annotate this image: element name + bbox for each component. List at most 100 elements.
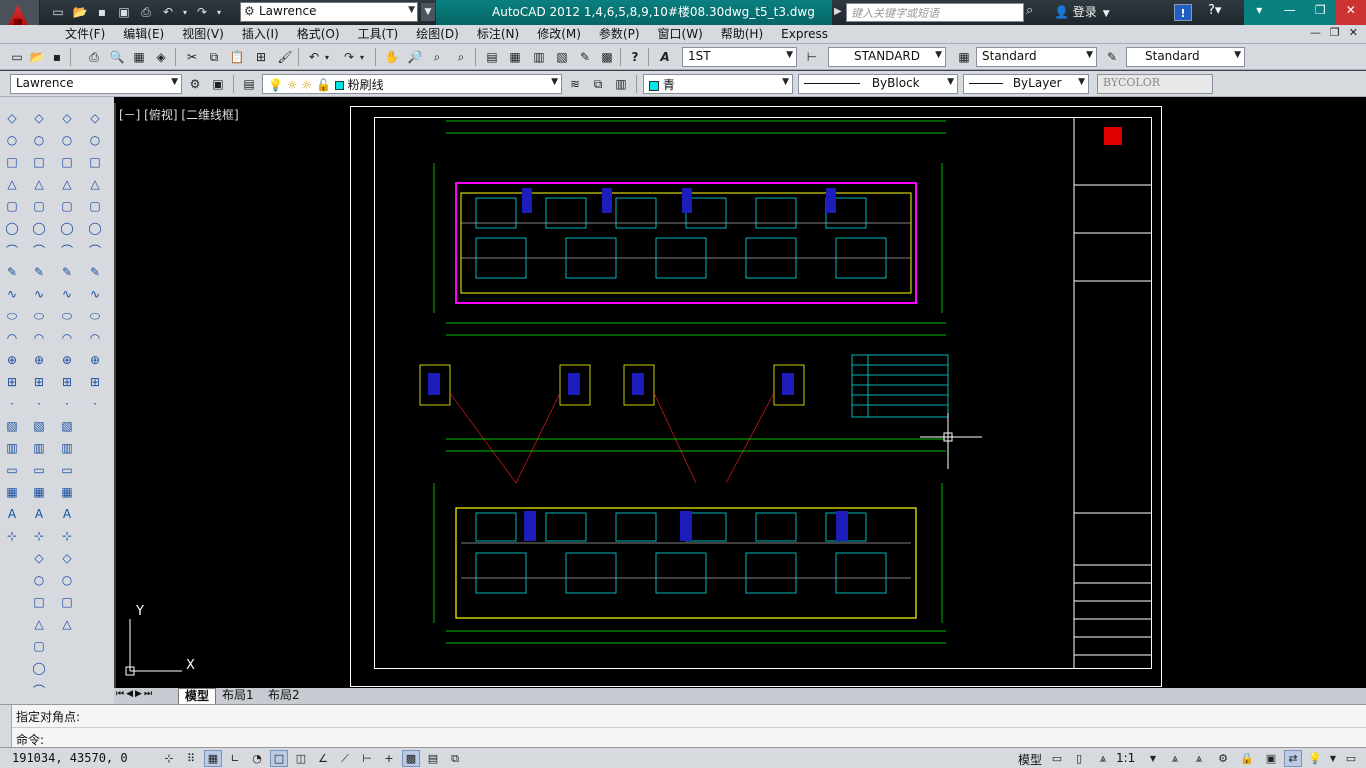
snap-node-icon[interactable]: · [84, 393, 106, 415]
snap-endpoint-icon[interactable]: □ [84, 151, 106, 173]
stretch-icon[interactable]: ∿ [28, 283, 50, 305]
tab-layout1[interactable]: 布局1 [216, 688, 260, 704]
snap-intersection-icon[interactable]: ▢ [84, 195, 106, 217]
snap-quadrant-icon[interactable]: ∿ [84, 283, 106, 305]
rotate-icon[interactable]: ⌒ [28, 239, 50, 261]
layer-select[interactable]: 💡 ☼ ☼ 🔓 粉刷线 ▼ [262, 74, 562, 94]
lineweight-icon[interactable]: + [380, 750, 398, 767]
markup-icon[interactable]: ✎ [576, 48, 594, 66]
layer-manager-icon[interactable]: ▤ [240, 75, 258, 93]
plot-icon[interactable]: ⎙ [85, 48, 103, 66]
chamfer-icon[interactable]: ▧ [28, 415, 50, 437]
redraw-icon[interactable]: ⌒ [28, 679, 50, 701]
multiline-text-icon[interactable]: A [1, 503, 23, 525]
workspace-toolbar-select[interactable]: Lawrence ▼ [10, 74, 182, 94]
array-icon[interactable]: ▢ [28, 195, 50, 217]
menu-item-12[interactable]: Express [772, 25, 837, 44]
render-icon[interactable]: A [56, 503, 78, 525]
spline-icon[interactable]: ∿ [1, 283, 23, 305]
doc-restore-icon[interactable]: ❐ [1330, 26, 1340, 39]
cone-icon[interactable]: □ [56, 151, 78, 173]
copy-clip-icon[interactable]: ▢ [28, 635, 50, 657]
materials-icon[interactable]: ⊹ [56, 525, 78, 547]
chevron-down-icon[interactable]: ▾ [322, 48, 332, 66]
layer-previous-icon[interactable]: ⧉ [589, 75, 607, 93]
menu-item-3[interactable]: 插入(I) [233, 25, 288, 44]
menu-item-10[interactable]: 窗口(W) [649, 25, 712, 44]
move-icon[interactable]: ◯ [28, 217, 50, 239]
zoom-previous-icon[interactable]: ⌕ [452, 48, 470, 66]
section-icon[interactable]: · [56, 393, 78, 415]
mleader-style-select[interactable]: Standard ▼ [1126, 47, 1245, 67]
copy-icon[interactable]: ○ [28, 129, 50, 151]
zoom-window-icon[interactable]: ⌕ [428, 48, 446, 66]
join-icon[interactable]: · [28, 393, 50, 415]
layer-states-icon[interactable]: ▥ [612, 75, 630, 93]
polar-tracking-icon[interactable]: ◔ [248, 750, 266, 767]
polyline-icon[interactable]: □ [1, 151, 23, 173]
help-icon[interactable]: ?▾ [1208, 3, 1232, 22]
properties-icon[interactable]: ▤ [483, 48, 501, 66]
tab-model[interactable]: 模型 [178, 688, 217, 704]
orbit-icon[interactable]: □ [56, 591, 78, 613]
extend-icon[interactable]: ◠ [28, 327, 50, 349]
chevron-down-icon[interactable]: ▼ [1148, 750, 1158, 767]
ungroup-icon[interactable]: △ [28, 613, 50, 635]
open-icon[interactable]: 📂 [28, 48, 46, 66]
menu-item-7[interactable]: 标注(N) [468, 25, 528, 44]
selection-cycling-icon[interactable]: ⧉ [446, 750, 464, 767]
union-icon[interactable]: ⊹ [28, 525, 50, 547]
help-icon[interactable]: ? [626, 48, 644, 66]
plot-preview-icon[interactable]: 🔍 [108, 48, 126, 66]
table-icon[interactable]: ▦ [1, 481, 23, 503]
erase-icon[interactable]: ◇ [28, 107, 50, 129]
snap-midpoint-icon[interactable]: △ [84, 173, 106, 195]
menu-item-8[interactable]: 修改(M) [528, 25, 590, 44]
command-input[interactable]: 命令: [16, 731, 44, 748]
rectangle-icon[interactable]: ▢ [1, 195, 23, 217]
new-icon[interactable]: ▭ [48, 3, 68, 21]
walk-icon[interactable]: △ [56, 613, 78, 635]
lightbulb-icon[interactable]: 💡 [1306, 750, 1324, 767]
presspull-icon[interactable]: ∿ [56, 283, 78, 305]
snap-apparent-icon[interactable]: ◯ [84, 217, 106, 239]
pan-icon[interactable]: ◇ [56, 547, 78, 569]
tab-layout2[interactable]: 布局2 [262, 688, 306, 704]
snap-tangent-icon[interactable]: ⬭ [84, 305, 106, 327]
coordinate-readout[interactable]: 191034, 43570, 0 [12, 751, 128, 765]
auto-scale-icon[interactable]: ⩓ [1190, 750, 1208, 767]
table-style-select[interactable]: Standard ▼ [976, 47, 1097, 67]
model-space-label[interactable]: 模型 [1018, 751, 1042, 768]
design-center-icon[interactable]: ▦ [506, 48, 524, 66]
ellipse-icon[interactable]: ⬭ [1, 305, 23, 327]
mleader-style-icon[interactable]: ✎ [1103, 48, 1121, 66]
close-icon[interactable]: ✕ [1335, 0, 1366, 25]
open-icon[interactable]: 📂 [70, 3, 90, 21]
undo-icon[interactable]: ↶ [305, 48, 323, 66]
revolve-icon[interactable]: ◠ [56, 327, 78, 349]
snap-parallel-icon[interactable]: ⊕ [84, 349, 106, 371]
workspace-select[interactable]: Lawrence ▼ [240, 2, 418, 22]
exchange-icon[interactable]: ! [1174, 4, 1192, 21]
cylinder-icon[interactable]: ▢ [56, 195, 78, 217]
annotation-visibility-icon[interactable]: ⩓ [1166, 750, 1184, 767]
add-selected-icon[interactable]: ⊹ [1, 525, 23, 547]
plot-icon[interactable]: ⎙ [136, 3, 156, 21]
color-select[interactable]: 青 ▼ [643, 74, 793, 94]
login-button[interactable]: 👤 登录 ▼ [1054, 3, 1110, 22]
hide-icon[interactable]: ◯ [28, 657, 50, 679]
workspace-save-icon[interactable]: ▣ [209, 75, 227, 93]
pan-icon[interactable]: ✋ [383, 48, 401, 66]
region-icon[interactable]: ▭ [1, 459, 23, 481]
menu-item-2[interactable]: 视图(V) [173, 25, 233, 44]
gradient-icon[interactable]: ▥ [1, 437, 23, 459]
zoom-realtime-icon[interactable]: 🔎 [406, 48, 424, 66]
redo-icon[interactable]: ↷ [192, 3, 212, 21]
extrude-icon[interactable]: ✎ [56, 261, 78, 283]
make-object-layer-current-icon[interactable]: ≋ [566, 75, 584, 93]
tool-palettes-icon[interactable]: ▥ [530, 48, 548, 66]
paste-icon[interactable]: 📋 [228, 48, 246, 66]
grid-display-icon[interactable]: ▦ [204, 750, 222, 767]
loft-icon[interactable]: ⊕ [56, 349, 78, 371]
search-input[interactable]: 键入关键字或短语 [846, 3, 1024, 22]
